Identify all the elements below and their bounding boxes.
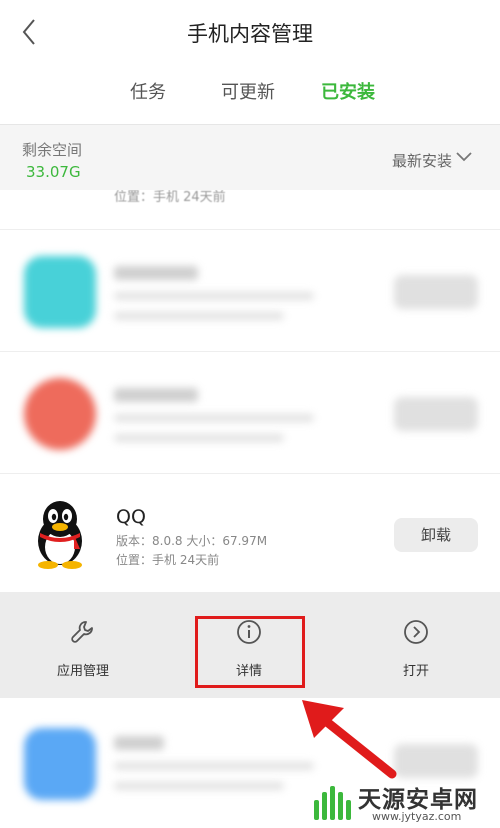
watermark-logo-icon [314, 786, 351, 820]
chevron-down-icon [456, 152, 472, 162]
header: 手机内容管理 [0, 0, 500, 66]
open-button[interactable]: 打开 [361, 618, 471, 679]
app-meta-placeholder [114, 292, 314, 300]
action-label: 打开 [402, 664, 429, 679]
app-action-button[interactable] [394, 275, 478, 309]
page-title: 手机内容管理 [187, 22, 313, 46]
storage-bar: 剩余空间 33.07G 最新安装 [0, 124, 500, 190]
app-name-placeholder [114, 266, 198, 280]
app-version-size: 版本：8.0.8 大小：67.97M [116, 534, 268, 548]
watermark-text: 天源安卓网 [358, 787, 478, 813]
tab-installed[interactable]: 已安装 [321, 78, 375, 104]
app-meta: 位置：手机 24天前 [114, 190, 226, 205]
storage-value: 33.07G [26, 163, 81, 181]
tab-bar: 任务 可更新 已安装 [0, 66, 500, 120]
app-name-placeholder [114, 388, 198, 402]
app-meta-placeholder [114, 434, 284, 442]
action-label: 应用管理 [56, 664, 109, 679]
app-location-time: 位置：手机 24天前 [116, 553, 220, 567]
watermark: 天源安卓网 www.jytyaz.com [310, 780, 500, 828]
app-name-placeholder [114, 736, 164, 750]
app-meta-placeholder [114, 312, 284, 320]
uninstall-button[interactable]: 卸载 [394, 518, 478, 552]
wrench-icon [71, 621, 93, 643]
app-icon [24, 378, 96, 450]
highlight-annotation-box [195, 616, 305, 688]
app-action-button[interactable] [394, 744, 478, 778]
app-icon [24, 728, 96, 800]
red-arrow-annotation [302, 700, 397, 779]
list-item[interactable]: 位置：手机 24天前 [0, 190, 500, 230]
app-meta-placeholder [114, 782, 284, 790]
tab-updatable[interactable]: 可更新 [221, 78, 275, 104]
list-item[interactable] [0, 354, 500, 474]
app-manage-button[interactable]: 应用管理 [28, 618, 138, 679]
list-item[interactable] [0, 232, 500, 352]
app-action-button[interactable] [394, 397, 478, 431]
qq-penguin-icon [38, 501, 82, 569]
sort-label: 最新安装 [391, 152, 452, 170]
watermark-url: www.jytyaz.com [372, 810, 462, 823]
app-meta-placeholder [114, 762, 314, 770]
app-name: QQ [116, 506, 146, 528]
tab-tasks[interactable]: 任务 [130, 78, 166, 104]
chevron-right-circle-icon [404, 620, 428, 644]
app-icon [24, 256, 96, 328]
app-meta-placeholder [114, 414, 314, 422]
storage-label: 剩余空间 [22, 141, 83, 159]
